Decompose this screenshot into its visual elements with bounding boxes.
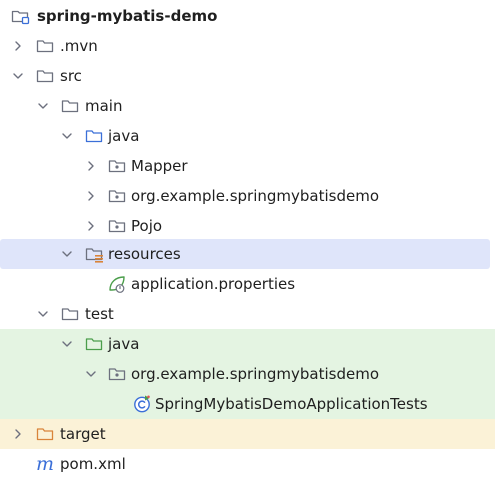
tree-row-test-java[interactable]: java <box>0 329 495 359</box>
file-label-test-class: SpringMybatisDemoApplicationTests <box>155 395 428 413</box>
folder-label-main-java: java <box>108 127 140 145</box>
tree-row-main[interactable]: main <box>0 91 495 121</box>
spring-properties-icon <box>109 276 125 293</box>
tree-row-mvn[interactable]: .mvn <box>0 31 495 61</box>
package-label-main: org.example.springmybatisdemo <box>131 187 380 205</box>
tree-row-application-properties[interactable]: application.properties <box>0 269 495 299</box>
chevron-down-icon[interactable] <box>61 248 73 260</box>
tree-row-main-package[interactable]: org.example.springmybatisdemo <box>0 181 495 211</box>
tree-row-pojo[interactable]: Pojo <box>0 211 495 241</box>
tree-row-resources[interactable]: resources <box>0 239 490 269</box>
chevron-right-icon[interactable] <box>85 160 97 172</box>
chevron-down-icon[interactable] <box>61 130 73 142</box>
tree-row-mapper[interactable]: Mapper <box>0 151 495 181</box>
folder-icon <box>61 100 79 113</box>
folder-label-target: target <box>60 425 106 443</box>
folder-label-resources: resources <box>108 245 181 263</box>
chevron-down-icon[interactable] <box>85 368 97 380</box>
tree-row-test[interactable]: test <box>0 299 495 329</box>
folder-label-test-java: java <box>108 335 140 353</box>
folder-icon <box>36 40 54 53</box>
folder-label-src: src <box>60 67 82 85</box>
package-label-test: org.example.springmybatisdemo <box>131 365 380 383</box>
package-label-mapper: Mapper <box>131 157 188 175</box>
file-label-pom: pom.xml <box>60 455 126 473</box>
resources-root-folder-icon <box>85 248 103 263</box>
project-tree: spring-mybatis-demo .mvn src main java M… <box>0 0 495 477</box>
tree-row-root[interactable]: spring-mybatis-demo <box>0 1 495 31</box>
excluded-folder-icon <box>36 428 54 441</box>
tree-row-test-package[interactable]: org.example.springmybatisdemo <box>0 359 495 389</box>
folder-label-mvn: .mvn <box>60 37 98 55</box>
chevron-right-icon[interactable] <box>12 428 24 440</box>
package-label-pojo: Pojo <box>131 217 163 235</box>
chevron-right-icon[interactable] <box>85 220 97 232</box>
tree-row-target[interactable]: target <box>0 419 495 449</box>
package-icon <box>108 190 126 203</box>
file-label-application-properties: application.properties <box>131 275 296 293</box>
project-root-label: spring-mybatis-demo <box>37 7 218 25</box>
folder-icon <box>61 308 79 321</box>
chevron-down-icon[interactable] <box>37 100 49 112</box>
project-module-icon <box>11 10 30 25</box>
folder-icon <box>36 70 54 83</box>
package-icon <box>108 160 126 173</box>
test-class-icon <box>134 395 150 413</box>
tree-row-pom[interactable]: m pom.xml <box>0 449 495 479</box>
chevron-down-icon[interactable] <box>12 70 24 82</box>
chevron-down-icon[interactable] <box>61 338 73 350</box>
tree-row-main-java[interactable]: java <box>0 121 495 151</box>
chevron-right-icon[interactable] <box>85 190 97 202</box>
folder-label-test: test <box>85 305 114 323</box>
chevron-down-icon[interactable] <box>37 308 49 320</box>
package-icon <box>108 368 126 381</box>
maven-icon: m <box>35 453 55 475</box>
tree-row-test-class[interactable]: SpringMybatisDemoApplicationTests <box>0 389 495 419</box>
chevron-right-icon[interactable] <box>12 40 24 52</box>
test-root-folder-icon <box>85 338 103 351</box>
folder-label-main: main <box>85 97 123 115</box>
package-icon <box>108 220 126 233</box>
tree-row-src[interactable]: src <box>0 61 495 91</box>
source-root-folder-icon <box>85 130 103 143</box>
